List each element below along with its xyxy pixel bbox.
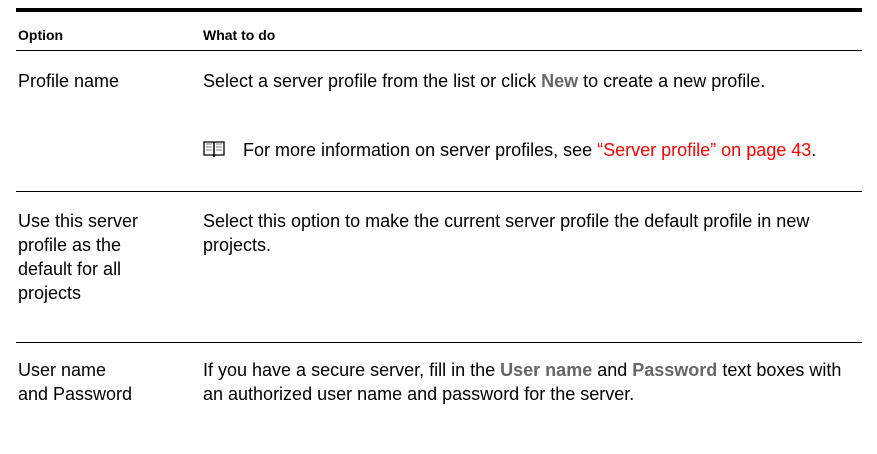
note-end: . bbox=[811, 140, 817, 160]
row-divider bbox=[16, 342, 862, 343]
desc-text: to create a new profile. bbox=[578, 71, 766, 91]
row-user-password-description: If you have a secure server, fill in the… bbox=[203, 358, 843, 406]
column-header-what-to-do: What to do bbox=[203, 27, 276, 43]
password-keyword: Password bbox=[632, 360, 718, 380]
row-divider bbox=[16, 191, 862, 192]
column-header-option: Option bbox=[18, 27, 64, 43]
desc-text: If you have a secure server, fill in the bbox=[203, 360, 501, 380]
desc-text: and bbox=[592, 360, 633, 380]
user-name-keyword: User name bbox=[500, 360, 593, 380]
row-profile-name-description: Select a server profile from the list or… bbox=[203, 69, 843, 93]
row-default-profile-description: Select this option to make the current s… bbox=[203, 211, 810, 255]
table-top-rule bbox=[16, 8, 862, 12]
server-profile-link[interactable]: “Server profile” on page 43 bbox=[597, 140, 811, 160]
row-default-profile-option: Use this server profile as the default f… bbox=[18, 211, 139, 303]
desc-text: Select a server profile from the list or… bbox=[203, 71, 542, 91]
header-divider bbox=[16, 50, 862, 51]
new-keyword: New bbox=[541, 71, 579, 91]
book-icon bbox=[203, 141, 225, 158]
row-profile-name-option: Profile name bbox=[18, 71, 120, 91]
note-text: For more information on server profiles,… bbox=[243, 140, 598, 160]
note-paragraph: For more information on server profiles,… bbox=[203, 138, 843, 162]
row-user-password-option: User name and Password bbox=[18, 360, 133, 404]
